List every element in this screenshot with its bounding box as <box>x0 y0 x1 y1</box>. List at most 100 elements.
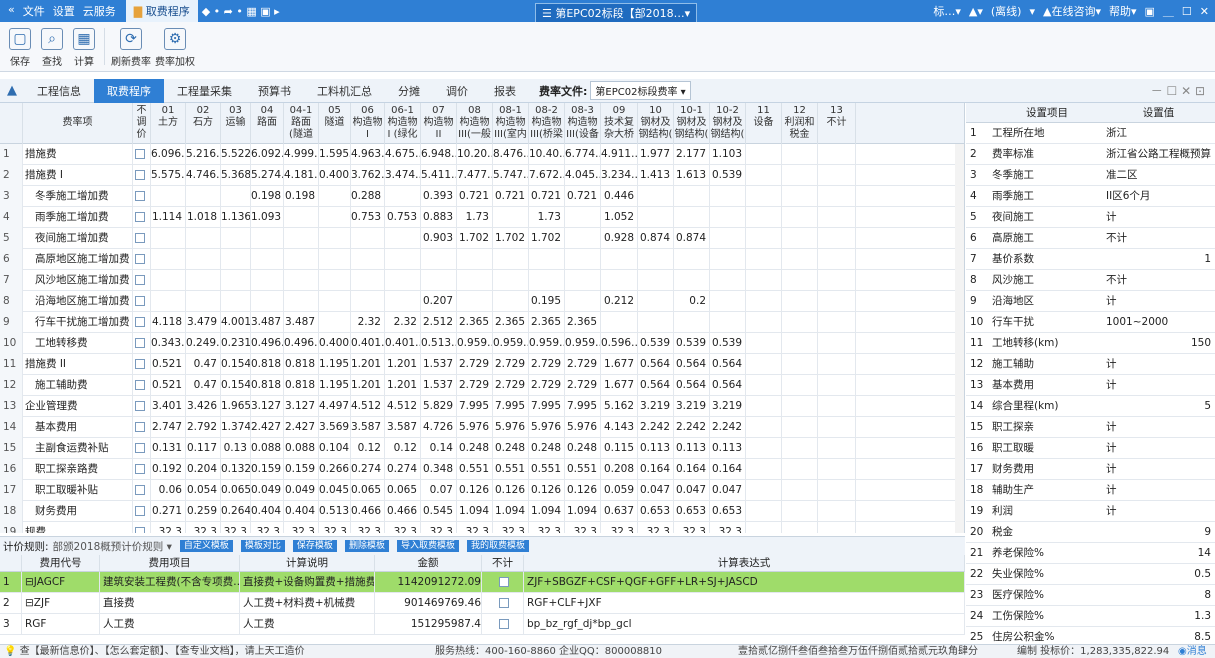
rate-cell[interactable]: 1.018 <box>186 207 221 228</box>
module-tab[interactable]: 调价 <box>433 79 481 103</box>
settings-value[interactable]: 计 <box>1106 354 1211 375</box>
rate-cell[interactable]: 10.20… <box>457 144 493 165</box>
no-adjust-cell[interactable] <box>133 312 151 333</box>
fee-item-name[interactable]: 基本费用 <box>23 417 133 438</box>
rate-cell[interactable]: 0.401… <box>385 333 421 354</box>
rate-cell[interactable]: 32.3 <box>251 522 284 533</box>
module-tab[interactable]: 工程量采集 <box>164 79 245 103</box>
rate-cell[interactable]: 32.3 <box>674 522 710 533</box>
rate-cell[interactable] <box>818 312 856 333</box>
rate-cell[interactable]: 2.512 <box>421 312 457 333</box>
fee-item-name[interactable]: 规费 <box>23 522 133 533</box>
rate-cell[interactable] <box>638 270 674 291</box>
rate-cell[interactable]: 0.343… <box>151 333 186 354</box>
rate-cell[interactable] <box>710 249 746 270</box>
rate-cell[interactable] <box>782 417 818 438</box>
rate-cell[interactable] <box>186 228 221 249</box>
rate-cell[interactable]: 5.575… <box>151 165 186 186</box>
rate-cell[interactable] <box>746 144 782 165</box>
rate-cell[interactable]: 4.497 <box>319 396 351 417</box>
rate-cell[interactable]: 2.365 <box>565 312 601 333</box>
rate-cell[interactable]: 3.479 <box>186 312 221 333</box>
settings-row[interactable]: 8 风沙施工 不计 <box>966 270 1215 291</box>
no-adjust-cell[interactable] <box>133 459 151 480</box>
no-adjust-checkbox[interactable] <box>135 506 145 516</box>
rate-cell[interactable] <box>351 270 385 291</box>
grid-col-header[interactable]: 12 利润和 税金 <box>782 103 818 144</box>
module-tab[interactable]: 工程信息 <box>24 79 94 103</box>
calc-cell[interactable]: 人工费 <box>100 614 240 635</box>
rate-cell[interactable]: 0.088 <box>284 438 319 459</box>
fee-item-name[interactable]: 冬季施工增加费 <box>23 186 133 207</box>
rate-cell[interactable] <box>818 207 856 228</box>
rate-cell[interactable]: 0.274 <box>351 459 385 480</box>
rate-cell[interactable] <box>746 165 782 186</box>
calc-col-header[interactable]: 费用代号 <box>22 555 100 572</box>
rate-cell[interactable] <box>319 207 351 228</box>
not-count-checkbox[interactable] <box>499 598 509 608</box>
rate-cell[interactable] <box>251 270 284 291</box>
rate-cell[interactable] <box>782 375 818 396</box>
no-adjust-cell[interactable] <box>133 522 151 533</box>
rate-cell[interactable]: 2.729 <box>493 375 529 396</box>
settings-row[interactable]: 7 基价系数 1 <box>966 249 1215 270</box>
rate-cell[interactable]: 0.959… <box>493 333 529 354</box>
grid-row[interactable]: 13 企业管理费 3.401 3.426 1.965 3.127 3.127 4.497 4.5… <box>0 396 964 417</box>
grid-col-header[interactable]: 01 土方 <box>151 103 186 144</box>
no-adjust-cell[interactable] <box>133 396 151 417</box>
no-adjust-cell[interactable] <box>133 375 151 396</box>
grid-row[interactable]: 1措施费6.096…5.216…5.5226.092…4.999…1.59554… <box>0 144 964 165</box>
no-adjust-cell[interactable] <box>133 165 151 186</box>
rate-cell[interactable]: 0.446 <box>601 186 638 207</box>
rate-cell[interactable]: 0.164 <box>638 459 674 480</box>
rate-cell[interactable]: 0.721 <box>493 186 529 207</box>
settings-row[interactable]: 2 费率标准 浙江省公路工程概预算… <box>966 144 1215 165</box>
no-adjust-cell[interactable] <box>133 438 151 459</box>
settings-value[interactable]: 计 <box>1106 459 1211 480</box>
rate-cell[interactable] <box>421 270 457 291</box>
rate-cell[interactable] <box>251 291 284 312</box>
rate-cell[interactable]: 0.113 <box>638 438 674 459</box>
settings-value[interactable]: 14 <box>1106 543 1211 564</box>
calc-cell[interactable]: ⊟ZJF <box>22 593 100 614</box>
rate-cell[interactable]: 1.5955 <box>319 144 351 165</box>
rate-cell[interactable] <box>710 312 746 333</box>
ribbon-button[interactable]: ▢ 保存 <box>4 22 36 71</box>
settings-value[interactable]: II区6个月 <box>1106 186 1211 207</box>
rate-cell[interactable]: 0.496… <box>251 333 284 354</box>
window-controls[interactable]: － ☐ ✕ ⊡ <box>1151 82 1205 99</box>
rate-cell[interactable] <box>284 270 319 291</box>
rate-cell[interactable]: 0.113 <box>710 438 746 459</box>
rate-cell[interactable]: 2.427 <box>251 417 284 438</box>
calc-cell[interactable]: 3 <box>0 614 22 635</box>
rate-cell[interactable]: 1.201 <box>351 375 385 396</box>
grid-row[interactable]: 18 财务费用 0.271 0.259 0.264 0.404 0.404 0.513 0.46… <box>0 501 964 522</box>
rate-cell[interactable]: 0.404 <box>251 501 284 522</box>
rate-cell[interactable]: 2.792 <box>186 417 221 438</box>
rate-cell[interactable] <box>351 291 385 312</box>
rate-cell[interactable]: 0.14 <box>421 438 457 459</box>
rate-cell[interactable]: 0.248 <box>529 438 565 459</box>
rate-cell[interactable]: 2.427 <box>284 417 319 438</box>
rate-cell[interactable]: 3.219 <box>638 396 674 417</box>
rate-cell[interactable] <box>746 249 782 270</box>
settings-row[interactable]: 4 雨季施工 II区6个月 <box>966 186 1215 207</box>
rate-cell[interactable]: 0.653 <box>710 501 746 522</box>
grid-row[interactable]: 17 职工取暖补贴 0.06 0.054 0.065 0.049 0.049 0.045 0.0… <box>0 480 964 501</box>
rate-cell[interactable]: 0.753 <box>351 207 385 228</box>
settings-row[interactable]: 19 利润 计 <box>966 501 1215 522</box>
rate-cell[interactable]: 0.637 <box>601 501 638 522</box>
rate-cell[interactable]: 32.3 <box>710 522 746 533</box>
no-adjust-checkbox[interactable] <box>135 233 145 243</box>
rate-cell[interactable]: 1.702 <box>493 228 529 249</box>
rate-cell[interactable]: 0.818 <box>284 375 319 396</box>
rate-cell[interactable]: 0.117 <box>186 438 221 459</box>
rate-cell[interactable]: 0.539 <box>710 165 746 186</box>
rate-cell[interactable]: 1.537 <box>421 375 457 396</box>
rate-cell[interactable] <box>782 354 818 375</box>
settings-row[interactable]: 22 失业保险% 0.5 <box>966 564 1215 585</box>
rate-cell[interactable]: 0.047 <box>674 480 710 501</box>
settings-value[interactable]: 0.5 <box>1106 564 1211 585</box>
rate-cell[interactable] <box>284 291 319 312</box>
rate-cell[interactable]: 1.094 <box>457 501 493 522</box>
